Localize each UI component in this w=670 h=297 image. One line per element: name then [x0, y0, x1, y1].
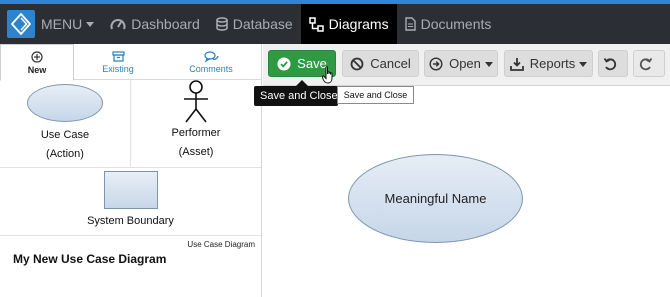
check-circle-icon: [277, 57, 291, 70]
stick-figure-icon: [184, 80, 208, 123]
download-icon: [509, 57, 524, 71]
document-icon: [404, 17, 416, 31]
nav-database[interactable]: Database: [208, 4, 301, 44]
chevron-down-icon: [579, 61, 588, 67]
open-label: Open: [449, 56, 481, 71]
undo-button[interactable]: [598, 50, 628, 77]
redo-icon: [639, 57, 653, 70]
logo-icon: [11, 13, 31, 35]
menu-label: MENU: [41, 16, 83, 32]
open-button[interactable]: Open: [424, 50, 498, 77]
system-boundary-box: [103, 171, 158, 209]
cancel-button[interactable]: Cancel: [342, 50, 419, 77]
diagram-name[interactable]: My New Use Case Diagram: [13, 252, 166, 266]
nav-diagrams-label: Diagrams: [328, 16, 389, 32]
diagram-type-label: Use Case Diagram: [187, 240, 255, 249]
diagram-canvas[interactable]: Meaningful Name: [263, 87, 670, 297]
plus-circle-icon: [31, 50, 43, 63]
ban-icon: [350, 57, 364, 70]
top-navbar: MENU Dashboard Database Diagrams Documen…: [0, 4, 670, 44]
use-case-element[interactable]: Meaningful Name: [348, 154, 523, 243]
arrow-circle-right-icon: [429, 56, 443, 71]
dashboard-icon: [110, 19, 126, 30]
diagram-card[interactable]: Use Case Diagram My New Use Case Diagram: [0, 236, 261, 296]
system-boundary-shape[interactable]: System Boundary: [0, 168, 261, 236]
performer-title: Performer: [171, 127, 221, 139]
chevron-down-icon: [484, 61, 493, 67]
redo-button[interactable]: [633, 50, 665, 77]
app-logo[interactable]: [7, 10, 35, 38]
save-tooltip-light: Save and Close: [337, 86, 414, 104]
save-tooltip-dark: Save and Close: [254, 86, 338, 106]
system-boundary-label: System Boundary: [87, 215, 174, 227]
shape-palette-panel: New Existing Comments Use Case (Action): [0, 44, 262, 297]
palette-tabs: New Existing Comments: [0, 44, 261, 81]
tab-comments[interactable]: Comments: [162, 44, 260, 80]
nav-documents[interactable]: Documents: [397, 4, 500, 44]
use-case-title: Use Case: [40, 129, 90, 141]
cancel-label: Cancel: [370, 56, 411, 71]
chevron-down-icon: [86, 22, 95, 27]
use-case-shape[interactable]: Use Case (Action): [0, 80, 130, 167]
nav-documents-label: Documents: [420, 16, 492, 32]
reports-button[interactable]: Reports: [504, 50, 593, 77]
nav-dashboard-label: Dashboard: [131, 16, 200, 32]
shape-row: Use Case (Action) Performer (Asset): [0, 80, 261, 168]
use-case-element-label: Meaningful Name: [384, 191, 487, 206]
database-icon: [215, 17, 228, 31]
menu-button[interactable]: MENU: [35, 4, 102, 44]
performer-label: Performer (Asset): [172, 124, 221, 162]
diagrams-icon: [308, 16, 324, 32]
archive-icon: [111, 50, 125, 62]
nav-dashboard[interactable]: Dashboard: [102, 4, 208, 44]
performer-shape[interactable]: Performer (Asset): [130, 80, 261, 167]
nav-database-label: Database: [232, 16, 293, 32]
performer-subtitle: (Asset): [178, 146, 214, 158]
tab-comments-label: Comments: [189, 63, 233, 74]
tab-new[interactable]: New: [0, 44, 74, 81]
tab-new-label: New: [27, 64, 47, 75]
hand-cursor-icon: [322, 66, 333, 84]
nav-diagrams[interactable]: Diagrams: [300, 4, 397, 44]
undo-icon: [603, 57, 617, 70]
use-case-subtitle: (Action): [46, 148, 84, 160]
use-case-label: Use Case (Action): [41, 126, 89, 164]
tab-existing[interactable]: Existing: [74, 44, 162, 80]
comments-icon: [203, 50, 219, 62]
tab-existing-label: Existing: [102, 63, 134, 74]
use-case-ellipse: [27, 84, 103, 122]
reports-label: Reports: [529, 56, 576, 71]
